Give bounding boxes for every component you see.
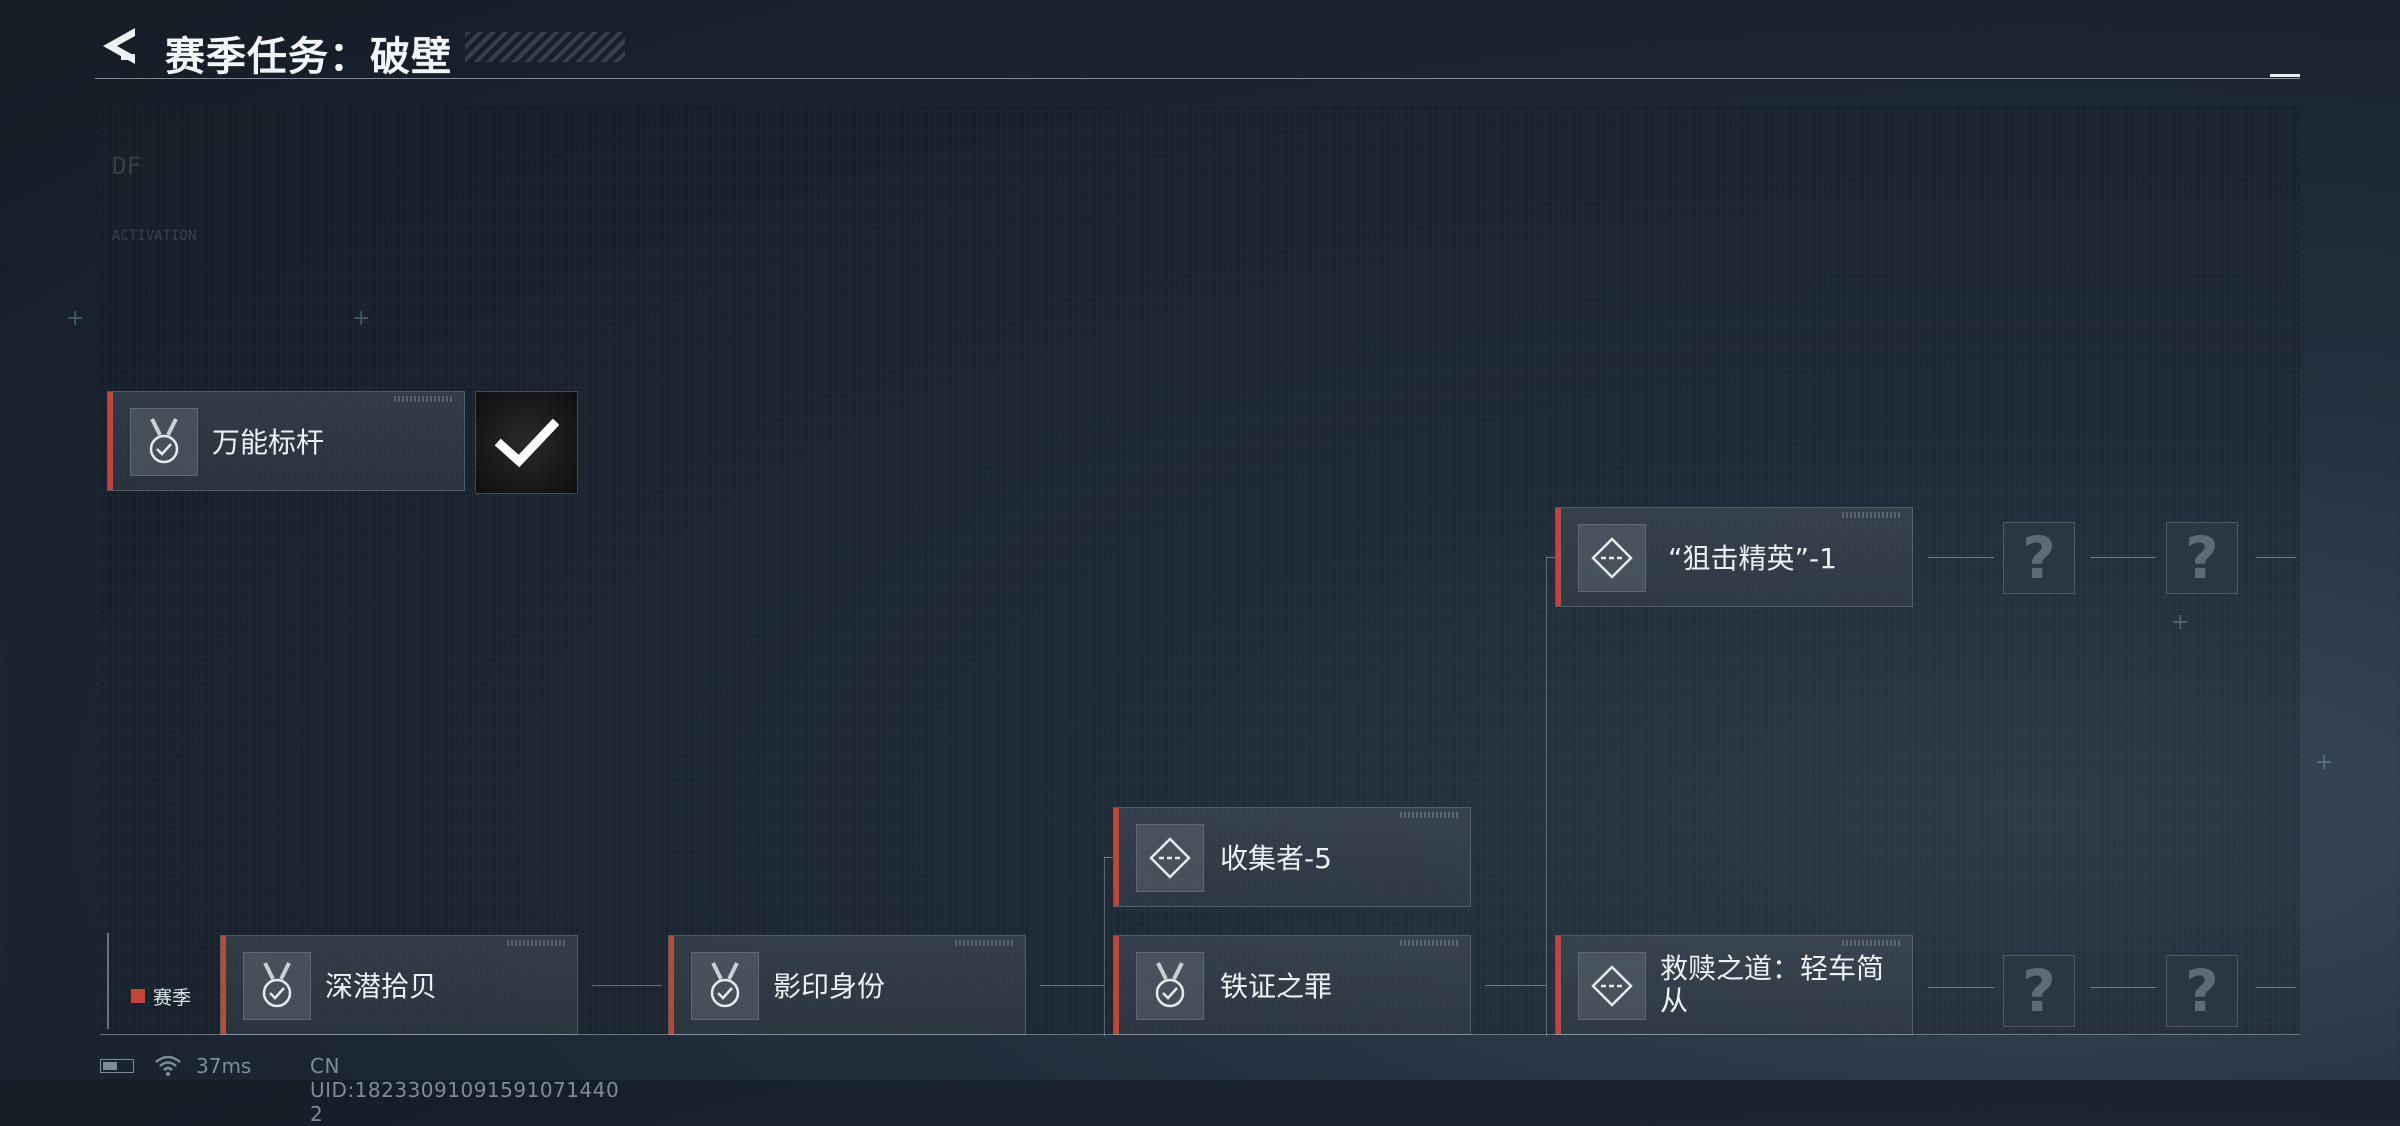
task-connector: [2256, 557, 2296, 558]
medal-check-icon: [1136, 952, 1204, 1020]
crosshair-decor-icon: +: [66, 306, 85, 331]
locked-task-question-icon[interactable]: ?: [2003, 955, 2075, 1027]
node-decor: [1842, 940, 1902, 946]
branch-connector: [1546, 557, 1547, 1037]
back-arrow-icon[interactable]: [99, 24, 139, 68]
task-node-shoujizhe[interactable]: 收集者-5: [1113, 807, 1471, 907]
crosshair-decor-icon: +: [2171, 610, 2190, 635]
task-label: 收集者-5: [1220, 842, 1332, 875]
medal-check-icon: [130, 408, 198, 476]
page-title: 赛季任务：破壁: [165, 34, 452, 80]
task-connector: [1928, 987, 1994, 988]
diamond-dash-icon: [1578, 952, 1646, 1020]
task-node-jiushu-zhidao[interactable]: 救赎之道：轻车简从: [1555, 935, 1913, 1035]
locked-task-question-icon[interactable]: ?: [2166, 522, 2238, 594]
wifi-icon: [155, 1055, 181, 1076]
node-decor: [1400, 812, 1460, 818]
season-marker: [131, 989, 145, 1003]
node-decor: [1400, 940, 1460, 946]
locked-task-question-icon[interactable]: ?: [2166, 955, 2238, 1027]
branch-connector: [1104, 857, 1113, 858]
task-node-yingyin-shenfen[interactable]: 影印身份: [668, 935, 1026, 1035]
task-connector: [592, 985, 662, 986]
page-header: 赛季任务：破壁: [95, 18, 2300, 80]
branch-connector: [1546, 557, 1555, 558]
task-connector: [2090, 987, 2156, 988]
crosshair-decor-icon: +: [2315, 750, 2334, 775]
locked-task-question-icon[interactable]: ?: [2003, 522, 2075, 594]
ping-value: 37ms: [196, 1054, 252, 1078]
header-line-end: [2270, 74, 2300, 77]
task-label: 救赎之道：轻车简从: [1660, 952, 1885, 1017]
task-node-wanneng-biaogan[interactable]: 万能标杆: [107, 391, 465, 491]
node-decor: [955, 940, 1015, 946]
task-connector: [1928, 557, 1994, 558]
bottom-divider: [100, 1034, 2300, 1035]
crosshair-decor-icon: +: [352, 306, 371, 331]
completed-check-icon: [475, 391, 578, 494]
task-label: 深潜拾贝: [325, 970, 438, 1003]
diamond-dash-icon: [1136, 824, 1204, 892]
task-connector: [1040, 985, 1104, 986]
task-label: 万能标杆: [212, 426, 325, 459]
tab-season-label: 赛季: [153, 987, 192, 1009]
tab-season[interactable]: 赛季: [107, 933, 214, 1029]
background-code-text: DF: [112, 152, 141, 180]
task-connector: [2256, 987, 2296, 988]
task-label: 影印身份: [773, 970, 886, 1003]
battery-icon: [100, 1059, 134, 1073]
medal-check-icon: [691, 952, 759, 1020]
task-node-tiezheng-zhizui[interactable]: 铁证之罪: [1113, 935, 1471, 1035]
diamond-dash-icon: [1578, 524, 1646, 592]
task-label: 铁证之罪: [1220, 970, 1333, 1003]
task-connector: [2090, 557, 2156, 558]
branch-connector: [1104, 857, 1105, 1037]
medal-check-icon: [243, 952, 311, 1020]
task-label: “狙击精英”-1: [1668, 542, 1837, 575]
title-stripe-decor: [465, 32, 625, 62]
task-node-shenqian-shibei[interactable]: 深潜拾贝: [220, 935, 578, 1035]
node-decor: [1842, 512, 1902, 518]
task-node-juji-jingying[interactable]: “狙击精英”-1: [1555, 507, 1913, 607]
background-code-text-2: ACTIVATION: [112, 228, 197, 244]
node-decor: [507, 940, 567, 946]
node-decor: [394, 396, 454, 402]
task-connector: [1485, 985, 1546, 986]
user-uid: CN UID:18233091091591071440​2: [310, 1054, 620, 1126]
